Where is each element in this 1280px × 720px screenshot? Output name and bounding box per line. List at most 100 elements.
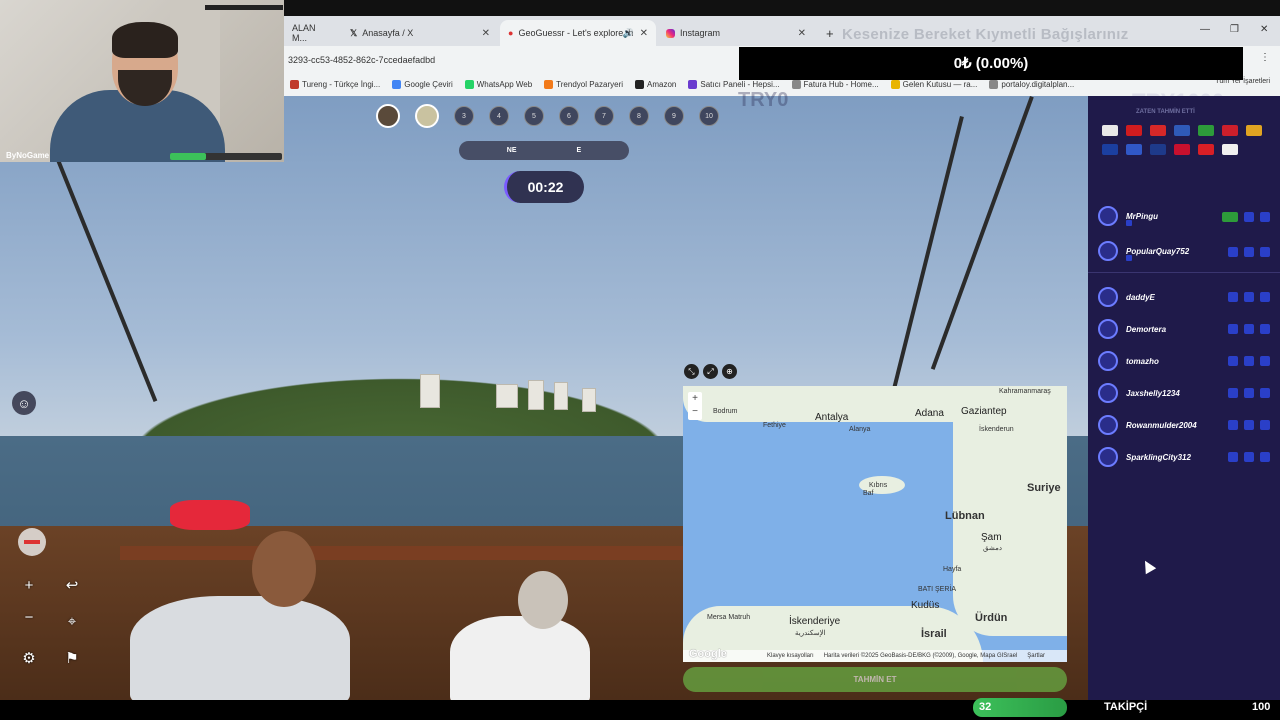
country-flag-icon: [1102, 144, 1118, 155]
round-guess-marker: [1260, 324, 1270, 334]
round-indicator: 10: [699, 106, 719, 126]
bookmark-item[interactable]: Google Çeviri: [392, 79, 453, 89]
player-name: Jaxshelly1234: [1126, 388, 1180, 398]
country-flag-icon: [1126, 144, 1142, 155]
compass-ne: NE: [506, 147, 517, 154]
player-avatar: [1098, 319, 1118, 339]
compass-icon[interactable]: [18, 528, 46, 556]
country-flag-icon: [1174, 144, 1190, 155]
maximize-icon[interactable]: ❐: [1230, 24, 1239, 35]
round-guess-marker: [1228, 292, 1238, 302]
country-flag-icon: [1198, 144, 1214, 155]
map-label: İskenderiye: [789, 616, 841, 627]
player-row: Jaxshelly1234: [1098, 383, 1270, 403]
bookmark-icon: [290, 79, 299, 89]
round-guess-marker: [1260, 388, 1270, 398]
status-dot: [1126, 255, 1132, 261]
building: [420, 374, 440, 408]
round-guess-marker: [1260, 420, 1270, 430]
bookmark-item[interactable]: Trendyol Pazaryeri: [544, 79, 623, 89]
map-label: Lübnan: [945, 510, 985, 522]
player-row: Demortera: [1098, 319, 1270, 339]
tab-label: GeoGuessr - Let's explore th: [518, 28, 634, 38]
map-label: الإسكندرية: [795, 630, 826, 637]
building: [554, 382, 568, 410]
round-guess-marker: [1260, 452, 1270, 462]
map-size-controls: ⤡ ⤢ ⊕: [684, 364, 737, 379]
bookmark-label: Tureng - Türkçe İngi...: [302, 79, 381, 89]
zoom-out-button[interactable]: −: [18, 606, 40, 628]
bookmark-label: Amazon: [647, 79, 677, 89]
emoji-icon[interactable]: ☺: [12, 391, 36, 415]
map-label: Ürdün: [975, 612, 1008, 624]
close-icon[interactable]: ✕: [798, 28, 806, 39]
player-avatar: [1098, 241, 1118, 261]
tab-x[interactable]: 𝕏 Anasayfa / X ✕: [342, 20, 498, 46]
shrink-map-icon[interactable]: ⤢: [703, 364, 718, 379]
tab-strip: ALAN M... 𝕏 Anasayfa / X ✕ ● GeoGuessr -…: [284, 16, 1280, 46]
bookmark-item[interactable]: Gelen Kutusu — ra...: [890, 79, 977, 89]
settings-icon[interactable]: ⚙: [18, 647, 40, 669]
round-guess-marker: [1244, 292, 1254, 302]
tab-1[interactable]: ALAN M...: [284, 20, 340, 46]
bookmark-icon: [464, 79, 474, 89]
map-label: Mersa Matruh: [707, 614, 751, 621]
tab-instagram[interactable]: Instagram ✕: [658, 20, 814, 46]
menu-icon[interactable]: ⋮: [1260, 52, 1270, 63]
terms-link[interactable]: Şartlar: [1027, 653, 1045, 659]
country-flag-icon: [1150, 125, 1166, 136]
map-label: Antalya: [815, 412, 849, 423]
follower-progress-bar: 32: [973, 698, 1067, 717]
close-window-icon[interactable]: ✕: [1260, 24, 1268, 35]
guess-map[interactable]: + − Bodrum Antalya Adana Gaziantep Kahram…: [683, 386, 1067, 662]
country-flag-icon: [1198, 125, 1214, 136]
bookmark-label: Fatura Hub - Home...: [803, 79, 879, 89]
undo-icon[interactable]: ↩: [61, 574, 83, 596]
player-name: PopularQuay752: [1126, 246, 1190, 256]
guess-button[interactable]: TAHMİN ET: [683, 667, 1067, 692]
address-bar[interactable]: 3293-cc53-4852-862c-7ccedaefadbd: [284, 50, 734, 70]
building: [496, 384, 518, 408]
minimize-icon[interactable]: —: [1200, 24, 1210, 35]
bookmark-item[interactable]: Fatura Hub - Home...: [791, 79, 879, 89]
round-guess-marker: [1222, 212, 1238, 222]
donation-min-label: TRY0: [738, 89, 789, 111]
close-icon[interactable]: ✕: [482, 28, 490, 39]
map-attribution: Harita verileri ©2025 GeoBasis-DE/BKG (©…: [823, 653, 1018, 659]
player-name: Demortera: [1126, 324, 1167, 334]
tab-label: Instagram: [680, 28, 721, 38]
cam-indicator: [205, 5, 283, 10]
round-guess-marker: [1228, 388, 1238, 398]
bookmark-item[interactable]: Tureng - Türkçe İngi...: [290, 79, 381, 89]
country-flag-icon: [1246, 125, 1262, 136]
map-zoom-control[interactable]: + −: [688, 392, 702, 420]
round-guess-marker: [1228, 247, 1238, 257]
round-indicator: 4: [489, 106, 509, 126]
map-label: Fethiye: [763, 422, 786, 429]
tab-geoguessr[interactable]: ● GeoGuessr - Let's explore th 🔊 ✕: [500, 20, 656, 46]
bookmark-item[interactable]: Amazon: [635, 79, 677, 89]
google-logo: Google: [689, 648, 727, 660]
player-row: MrPingu: [1098, 206, 1270, 226]
pin-map-icon[interactable]: ⊕: [722, 364, 737, 379]
expand-map-icon[interactable]: ⤡: [684, 364, 699, 379]
bookmark-item[interactable]: WhatsApp Web: [464, 79, 532, 89]
flag-icon[interactable]: ⚑: [61, 647, 83, 669]
map-label: Alanya: [849, 426, 871, 433]
close-icon[interactable]: ✕: [640, 28, 648, 39]
country-flag-icon: [1102, 125, 1118, 136]
map-label: Adana: [915, 408, 944, 419]
bookmark-item[interactable]: Satıcı Paneli - Hepsi...: [688, 79, 780, 89]
round-indicators: 3 4 5 6 7 8 9 10: [376, 104, 719, 128]
player-avatar: [1098, 351, 1118, 371]
panel-divider: [1088, 272, 1280, 273]
round-guess-marker: [1228, 452, 1238, 462]
round-guess-marker: [1244, 324, 1254, 334]
zoom-in-button[interactable]: +: [18, 574, 40, 596]
bookmark-item[interactable]: portaloy.digitalplan...: [989, 79, 1074, 89]
new-tab-button[interactable]: +: [818, 20, 838, 46]
location-pin-icon[interactable]: ⌖: [61, 610, 83, 632]
keyboard-shortcuts-link[interactable]: Klavye kısayolları: [767, 653, 814, 659]
speaker-icon[interactable]: 🔊: [623, 28, 634, 39]
map-label: Baf: [863, 490, 874, 497]
